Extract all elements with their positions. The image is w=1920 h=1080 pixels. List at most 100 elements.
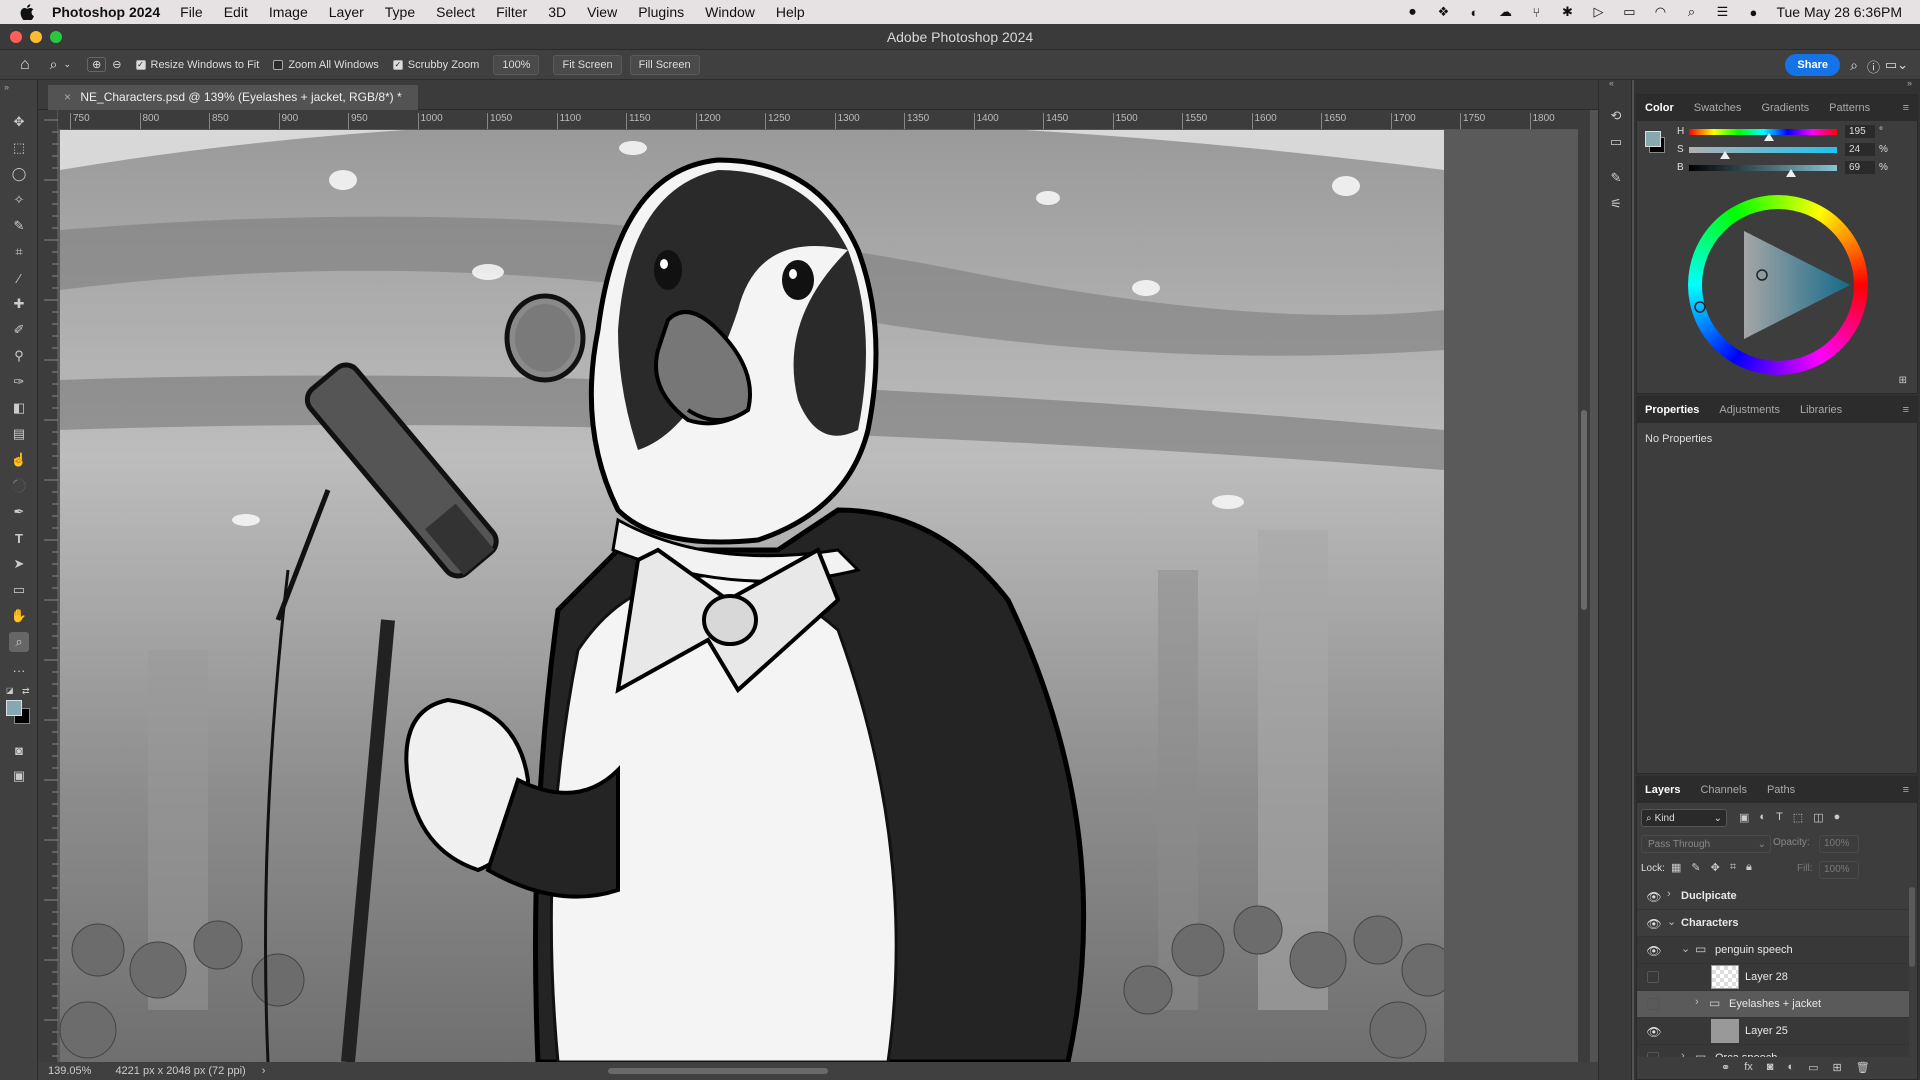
scrubby-zoom-checkbox[interactable]: ✓ Scrubby Zoom <box>392 59 479 71</box>
document-tab[interactable]: × NE_Characters.psd @ 139% (Eyelashes + … <box>48 85 418 110</box>
layer-row[interactable]: › ▭ Eyelashes + jacket <box>1637 991 1909 1018</box>
visibility-eye-icon[interactable]: 👁︎ <box>1646 1025 1661 1039</box>
tab-swatches[interactable]: Swatches <box>1694 102 1742 114</box>
foreground-color-swatch[interactable] <box>6 700 22 716</box>
filter-shape-icon[interactable]: ⬚ <box>1793 811 1803 824</box>
swap-colors-icon[interactable]: ⇄ <box>22 686 32 696</box>
panel-menu-icon[interactable]: ≡ <box>1903 784 1909 796</box>
visibility-eye-icon[interactable]: 👁︎ <box>1646 944 1661 958</box>
vertical-scroll-thumb[interactable] <box>1581 410 1587 610</box>
brightness-slider[interactable] <box>1689 164 1837 177</box>
color-wheel[interactable] <box>1688 195 1868 375</box>
lock-all-icon[interactable]: 🔒︎ <box>1746 861 1752 874</box>
visibility-eye-icon[interactable]: 👁︎ <box>1646 917 1661 931</box>
fill-field[interactable]: 100% <box>1819 861 1859 879</box>
menu-image[interactable]: Image <box>269 4 308 20</box>
layer-row[interactable]: Layer 28 <box>1637 964 1909 991</box>
default-colors-icon[interactable]: ◪ <box>6 686 16 696</box>
opacity-field[interactable]: 100% <box>1819 835 1859 853</box>
chevron-down-icon[interactable]: ⌄ <box>1681 942 1690 955</box>
more-tools-icon[interactable]: ··· <box>9 660 29 680</box>
chevron-down-icon[interactable]: ⌄ <box>64 59 72 70</box>
new-adjustment-layer-icon[interactable]: ◐ <box>1787 1061 1794 1074</box>
new-group-icon[interactable]: ▭ <box>1808 1061 1818 1074</box>
hand-tool-icon[interactable]: ✋ <box>9 606 29 626</box>
color-triangle[interactable] <box>1688 195 1868 375</box>
screen-mode-icon[interactable]: ▣ <box>9 766 29 786</box>
tab-gradients[interactable]: Gradients <box>1761 102 1809 114</box>
brightness-slider-thumb[interactable] <box>1786 168 1797 177</box>
quick-mask-icon[interactable]: ◙ <box>9 740 29 760</box>
filter-adjustment-icon[interactable]: ◐ <box>1759 811 1766 824</box>
close-tab-icon[interactable]: × <box>64 90 71 104</box>
new-layer-icon[interactable]: ⊞ <box>1833 1061 1842 1074</box>
zoom-tool-icon[interactable]: ⌕ <box>9 632 29 652</box>
menu-plugins[interactable]: Plugins <box>638 4 684 20</box>
history-icon[interactable]: ⟲ <box>1606 106 1626 126</box>
gradient-tool-icon[interactable]: ▤ <box>9 424 29 444</box>
menu-layer[interactable]: Layer <box>329 4 364 20</box>
layer-row[interactable]: 👁︎ Layer 25 <box>1637 1018 1909 1045</box>
add-mask-icon[interactable]: ◙ <box>1767 1061 1774 1074</box>
brush-select-tool-icon[interactable]: ✎ <box>9 216 29 236</box>
menu-window[interactable]: Window <box>705 4 755 20</box>
zoom-out-icon[interactable]: ⊖ <box>112 58 121 71</box>
chevron-down-icon[interactable]: ⌄ <box>1667 915 1676 928</box>
eyedropper-tool-icon[interactable]: ⁄ <box>9 268 29 288</box>
chevron-right-icon[interactable]: › <box>1667 888 1671 900</box>
menu-help[interactable]: Help <box>776 4 805 20</box>
menu-filter[interactable]: Filter <box>496 4 527 20</box>
brush-settings-icon[interactable]: ✎ <box>1606 168 1626 188</box>
search-icon[interactable]: ⌕ <box>1850 57 1858 74</box>
search-icon[interactable]: ⌕ <box>1683 4 1699 19</box>
wifi-icon[interactable]: ◠ <box>1652 4 1668 19</box>
siri-icon[interactable]: ● <box>1745 5 1761 20</box>
rectangle-tool-icon[interactable]: ▭ <box>9 580 29 600</box>
resize-windows-checkbox[interactable]: ✓ Resize Windows to Fit <box>135 59 259 71</box>
path-selection-tool-icon[interactable]: ➤ <box>9 554 29 574</box>
zoom-window-button[interactable] <box>50 31 62 43</box>
saturation-slider[interactable] <box>1689 146 1837 159</box>
tab-adjustments[interactable]: Adjustments <box>1719 404 1780 416</box>
minimize-window-button[interactable] <box>30 31 42 43</box>
app-menu[interactable]: Photoshop 2024 <box>52 4 160 20</box>
visibility-hidden-icon[interactable] <box>1647 1052 1659 1057</box>
layer-effects-icon[interactable]: fx <box>1744 1061 1753 1074</box>
history-brush-tool-icon[interactable]: ✑ <box>9 372 29 392</box>
brightness-value[interactable]: 69 <box>1845 161 1875 174</box>
type-tool-icon[interactable]: T <box>9 528 29 548</box>
tab-paths[interactable]: Paths <box>1767 784 1795 796</box>
move-tool-icon[interactable]: ✥ <box>9 112 29 132</box>
crop-tool-icon[interactable]: ⌗ <box>9 242 29 262</box>
tab-patterns[interactable]: Patterns <box>1829 102 1870 114</box>
saturation-slider-thumb[interactable] <box>1719 150 1730 159</box>
layer-row[interactable]: 👁︎ ⌄ Characters <box>1637 910 1909 937</box>
fit-screen-button[interactable]: Fit Screen <box>553 54 622 75</box>
document-size[interactable]: 4221 px x 2048 px (72 ppi) <box>115 1065 245 1077</box>
link-layers-icon[interactable]: ⚭ <box>1721 1061 1730 1074</box>
tab-properties[interactable]: Properties <box>1645 404 1699 416</box>
tab-channels[interactable]: Channels <box>1700 784 1746 796</box>
zoom-tool-preset-icon[interactable]: ⌕ <box>50 56 58 73</box>
tab-layers[interactable]: Layers <box>1645 784 1680 796</box>
collapse-strip-icon[interactable]: « <box>1609 78 1614 88</box>
brush-tool-icon[interactable]: ✐ <box>9 320 29 340</box>
menu-3d[interactable]: 3D <box>548 4 566 20</box>
foreground-color-chip[interactable] <box>1645 131 1661 147</box>
fill-screen-button[interactable]: Fill Screen <box>629 54 700 75</box>
menu-select[interactable]: Select <box>436 4 475 20</box>
cloud-icon[interactable]: ◐ <box>1466 5 1482 20</box>
record-icon[interactable]: ⏺ <box>1404 4 1420 19</box>
adjustments-icon[interactable]: ⚟ <box>1606 194 1626 214</box>
visibility-eye-icon[interactable]: 👁︎ <box>1646 890 1661 904</box>
lock-image-icon[interactable]: ✎ <box>1691 861 1700 874</box>
creative-cloud-icon[interactable]: ☁ <box>1497 4 1513 19</box>
status-chevron-icon[interactable]: › <box>262 1065 266 1077</box>
eraser-tool-icon[interactable]: ◧ <box>9 398 29 418</box>
lock-artboard-icon[interactable]: ⌗ <box>1730 861 1736 874</box>
delete-layer-icon[interactable]: 🗑︎ <box>1856 1061 1870 1074</box>
close-window-button[interactable] <box>10 31 22 43</box>
filter-type-icon[interactable]: T <box>1776 811 1783 824</box>
layer-row[interactable]: 👁︎ › Duclpicate <box>1637 883 1909 910</box>
tab-libraries[interactable]: Libraries <box>1800 404 1842 416</box>
